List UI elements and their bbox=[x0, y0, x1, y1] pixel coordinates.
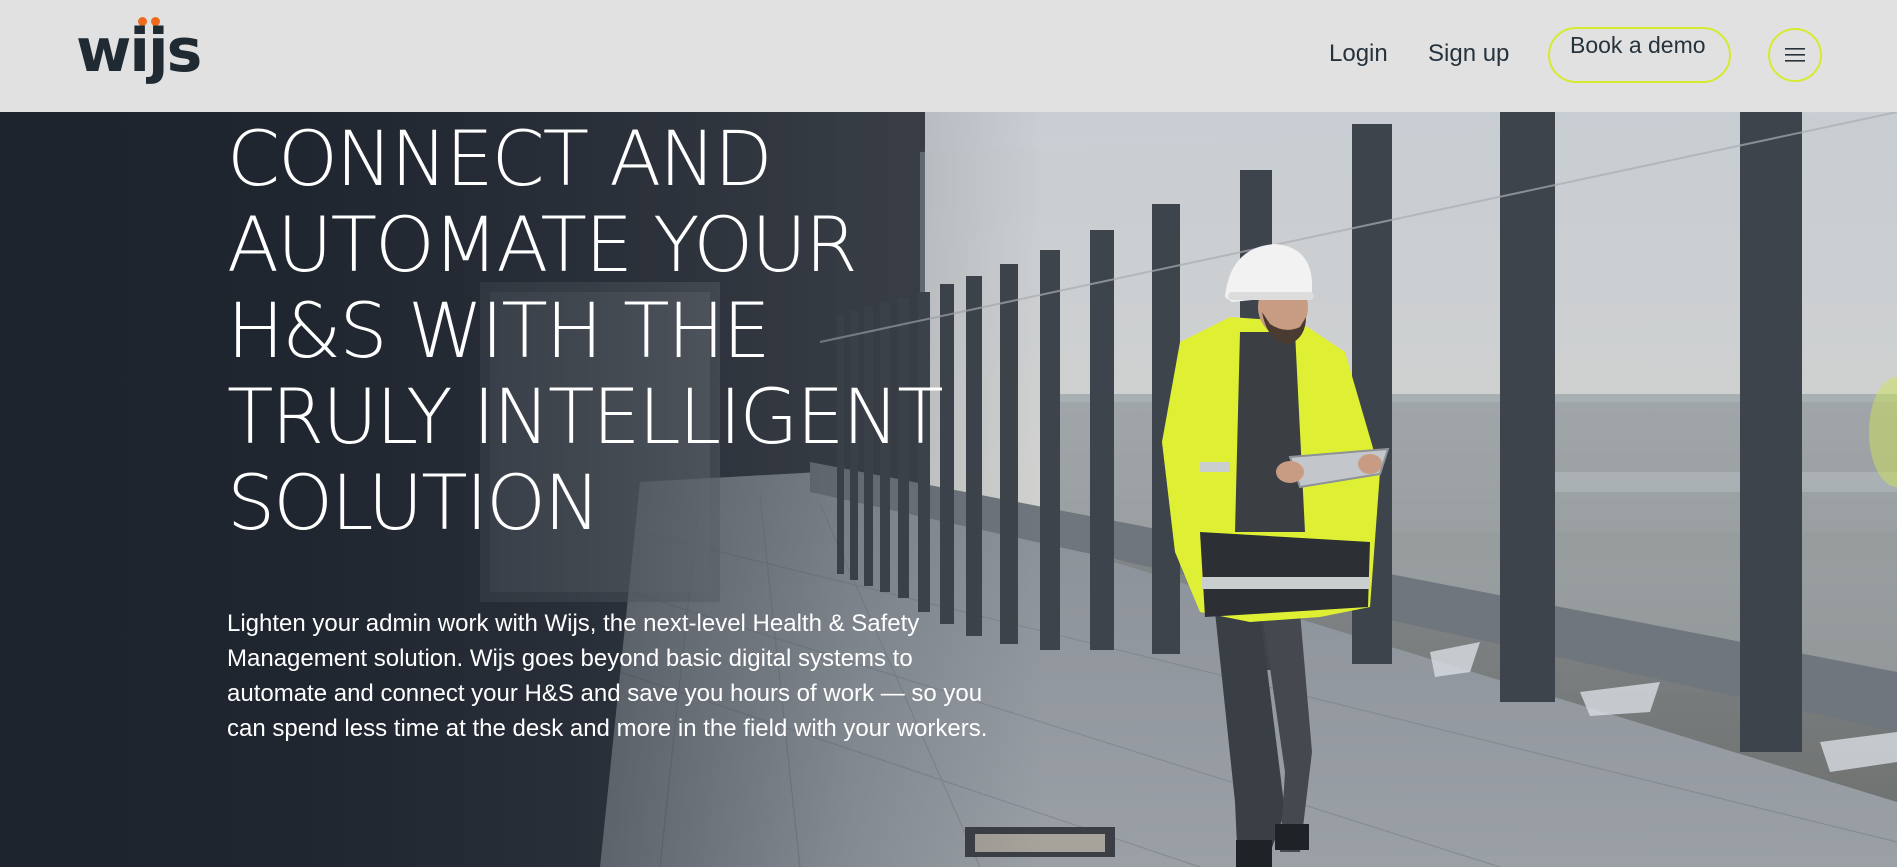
logo-text: wijs bbox=[76, 16, 202, 86]
signup-link[interactable]: Sign up bbox=[1428, 38, 1509, 70]
site-header: wijs Login Sign up Book a demo bbox=[0, 0, 1897, 112]
book-demo-button[interactable]: Book a demo bbox=[1548, 27, 1731, 83]
hero-section: CONNECT AND AUTOMATE YOUR H&S WITH THE T… bbox=[0, 112, 1897, 867]
hamburger-menu-icon bbox=[1785, 48, 1805, 62]
wijs-logo[interactable]: wijs bbox=[76, 14, 202, 90]
hero-title: CONNECT AND AUTOMATE YOUR H&S WITH THE T… bbox=[227, 114, 944, 547]
menu-button[interactable] bbox=[1768, 28, 1822, 82]
login-link[interactable]: Login bbox=[1329, 38, 1388, 70]
hero-subtitle: Lighten your admin work with Wijs, the n… bbox=[227, 610, 988, 742]
